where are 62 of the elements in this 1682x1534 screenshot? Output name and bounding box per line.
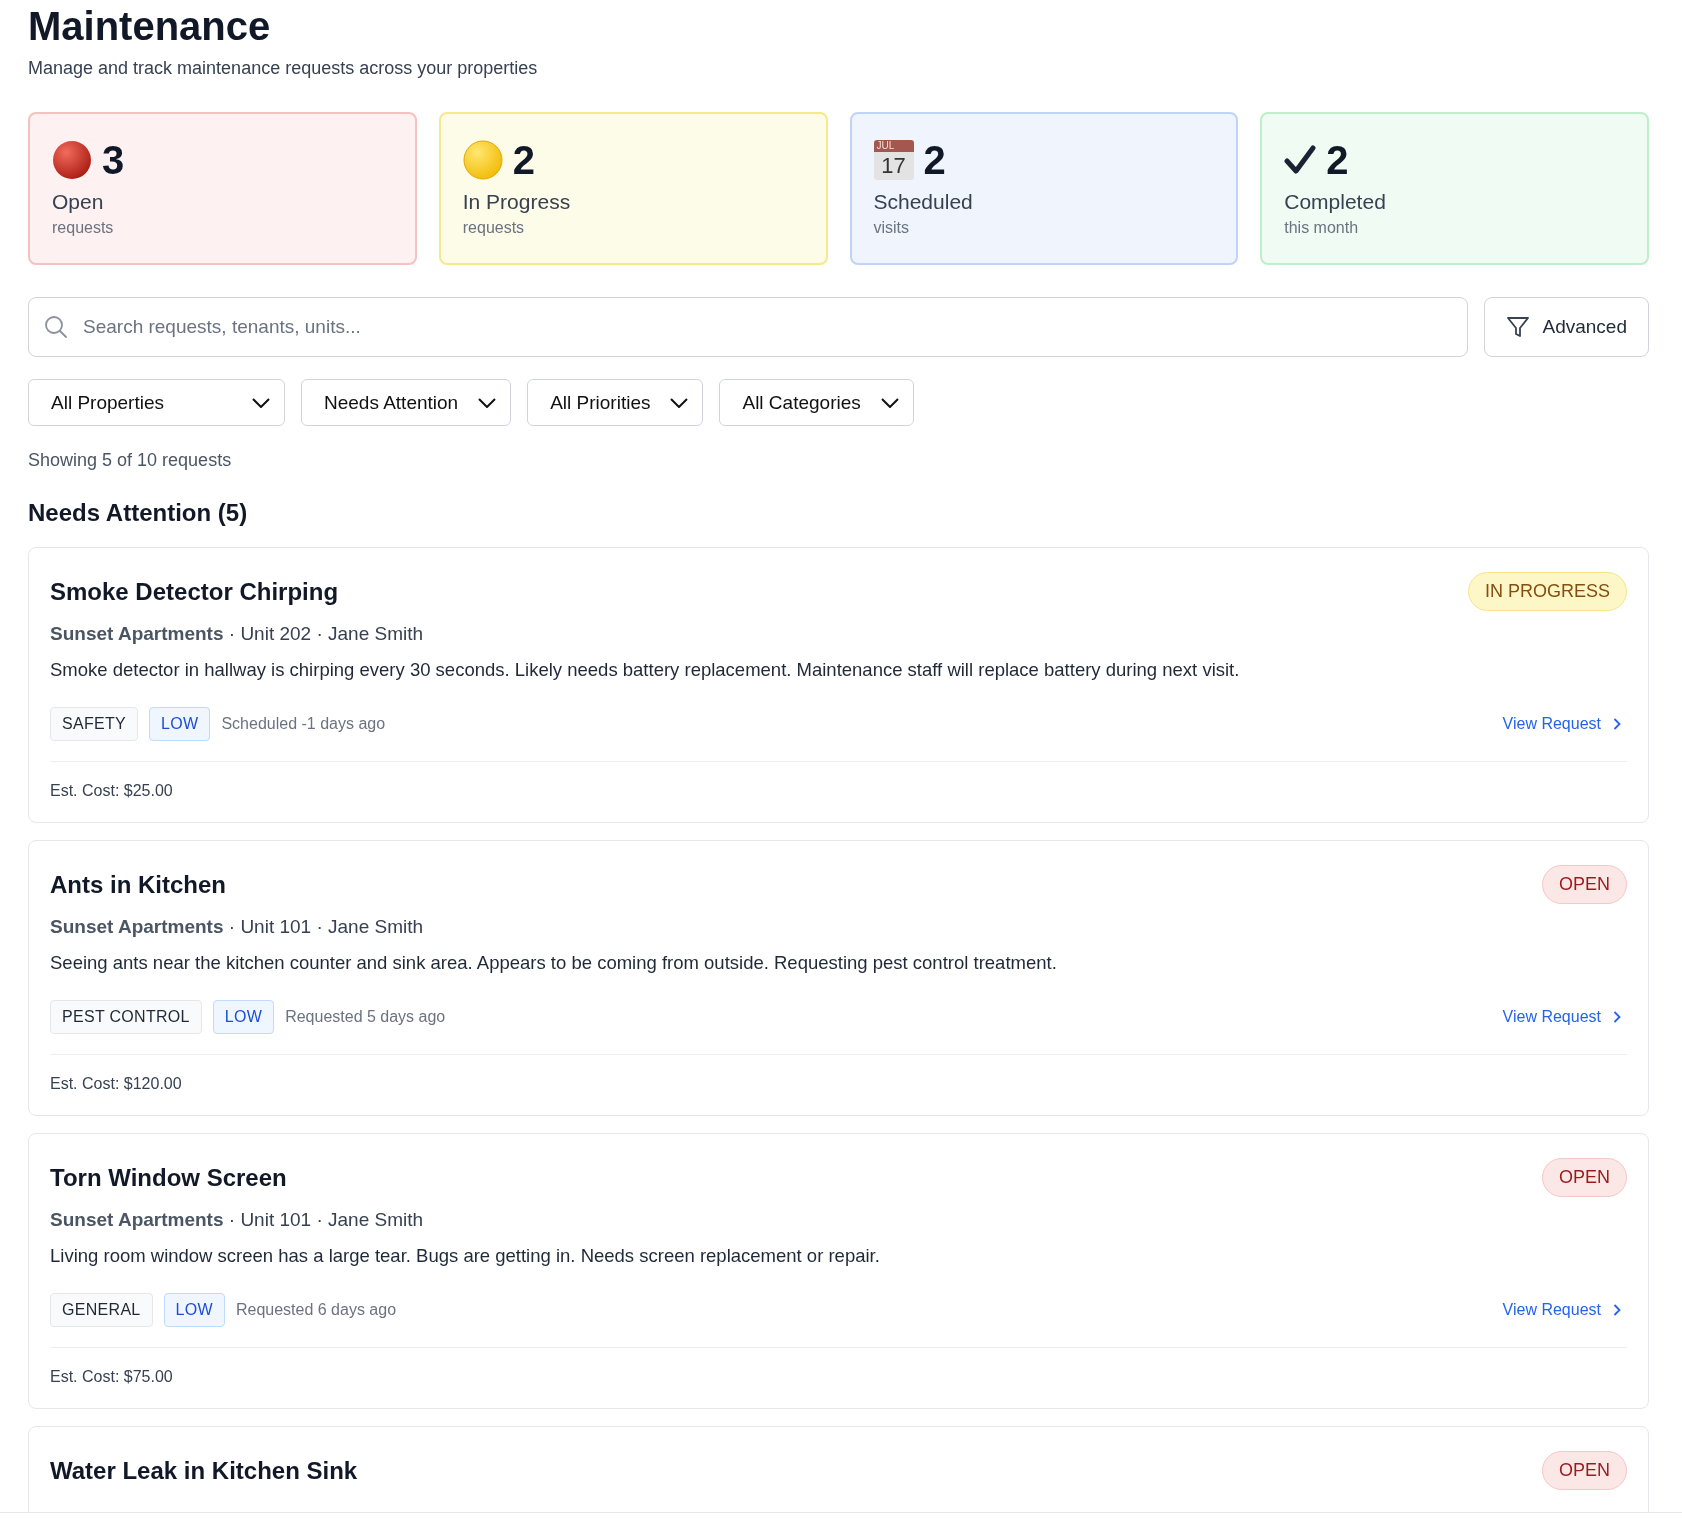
- advanced-filter-button[interactable]: Advanced: [1484, 297, 1649, 357]
- request-description: Living room window screen has a large tear. Bugs are getting in. Needs screen replacement or repair.: [50, 1245, 881, 1267]
- stat-value: 3: [102, 137, 125, 183]
- request-description: Seeing ants near the kitchen counter and sink area. Appears to be coming from outside. Requesting pest control treatment.: [50, 952, 1058, 974]
- status-badge: OPEN: [1542, 1158, 1627, 1197]
- chevron-down-icon: [478, 397, 497, 408]
- stat-value: 2: [1326, 137, 1349, 183]
- status-badge: OPEN: [1542, 865, 1627, 904]
- priority-tag: LOW: [212, 1000, 275, 1034]
- section-title: Needs Attention (5): [28, 499, 249, 527]
- status-badge: OPEN: [1542, 1451, 1627, 1490]
- stat-value: 2: [512, 137, 535, 183]
- request-description: Smoke detector in hallway is chirping every 30 seconds. Likely needs battery replacement. Maintenance staff will replace battery during next visit.: [50, 659, 1241, 681]
- stat-label: Completed: [1284, 190, 1387, 214]
- page-title: Maintenance: [28, 3, 272, 50]
- progress-status-circle-icon: [462, 140, 503, 180]
- chevron-down-icon: [252, 397, 270, 408]
- priority-tag: LOW: [149, 707, 211, 741]
- stat-label: In Progress: [462, 190, 572, 214]
- filter-icon: [1506, 315, 1531, 339]
- chevron-down-icon: [880, 397, 899, 408]
- chevron-right-icon: [1613, 1011, 1621, 1023]
- request-meta: Sunset Apartments · Unit 101 · Jane Smith: [50, 1209, 425, 1231]
- stat-caption: requests: [462, 219, 526, 237]
- stat-caption: requests: [52, 219, 115, 237]
- stat-caption: visits: [873, 219, 911, 237]
- stat-caption: this month: [1284, 219, 1360, 237]
- filter-dropdown[interactable]: Needs Attention: [301, 379, 512, 426]
- category-tag: PEST CONTROL: [50, 1000, 202, 1034]
- checkmark-icon: [1284, 144, 1317, 176]
- view-request-link[interactable]: View Request: [1502, 1008, 1627, 1026]
- filter-dropdown[interactable]: All Priorities: [527, 379, 704, 426]
- request-timing: Requested 5 days ago: [285, 1008, 446, 1026]
- view-request-link[interactable]: View Request: [1502, 1301, 1627, 1319]
- estimated-cost: Est. Cost: $120.00: [50, 1075, 183, 1093]
- search-field[interactable]: Search requests, tenants, units...: [28, 297, 1469, 357]
- request-title: Water Leak in Kitchen Sink: [50, 1456, 358, 1485]
- stat-label: Open: [52, 190, 105, 214]
- stat-label: Scheduled: [873, 190, 974, 214]
- category-tag: GENERAL: [50, 1293, 153, 1327]
- filter-dropdown[interactable]: All Categories: [719, 379, 914, 426]
- request-title: Ants in Kitchen: [50, 870, 226, 899]
- estimated-cost: Est. Cost: $75.00: [50, 1368, 174, 1386]
- request-meta: Sunset Apartments · Unit 101 · Jane Smith: [50, 916, 425, 938]
- filter-dropdown[interactable]: All Properties: [28, 379, 285, 426]
- result-count: Showing 5 of 10 requests: [28, 450, 233, 471]
- estimated-cost: Est. Cost: $25.00: [50, 782, 174, 800]
- request-title: Torn Window Screen: [50, 1163, 287, 1192]
- request-timing: Scheduled -1 days ago: [221, 715, 386, 733]
- request-title: Smoke Detector Chirping: [50, 577, 339, 606]
- view-request-link[interactable]: View Request: [1502, 715, 1627, 733]
- chevron-right-icon: [1613, 718, 1621, 730]
- status-badge: IN PROGRESS: [1467, 572, 1627, 611]
- chevron-down-icon: [670, 397, 689, 408]
- open-status-circle-icon: [52, 140, 92, 180]
- request-timing: Requested 6 days ago: [235, 1301, 397, 1319]
- category-tag: SAFETY: [50, 707, 139, 741]
- priority-tag: LOW: [163, 1293, 225, 1327]
- request-meta: Sunset Apartments · Unit 202 · Jane Smith: [50, 623, 425, 645]
- page-subtitle: Manage and track maintenance requests across your properties: [28, 58, 539, 79]
- chevron-right-icon: [1613, 1304, 1621, 1316]
- stat-value: 2: [923, 137, 946, 183]
